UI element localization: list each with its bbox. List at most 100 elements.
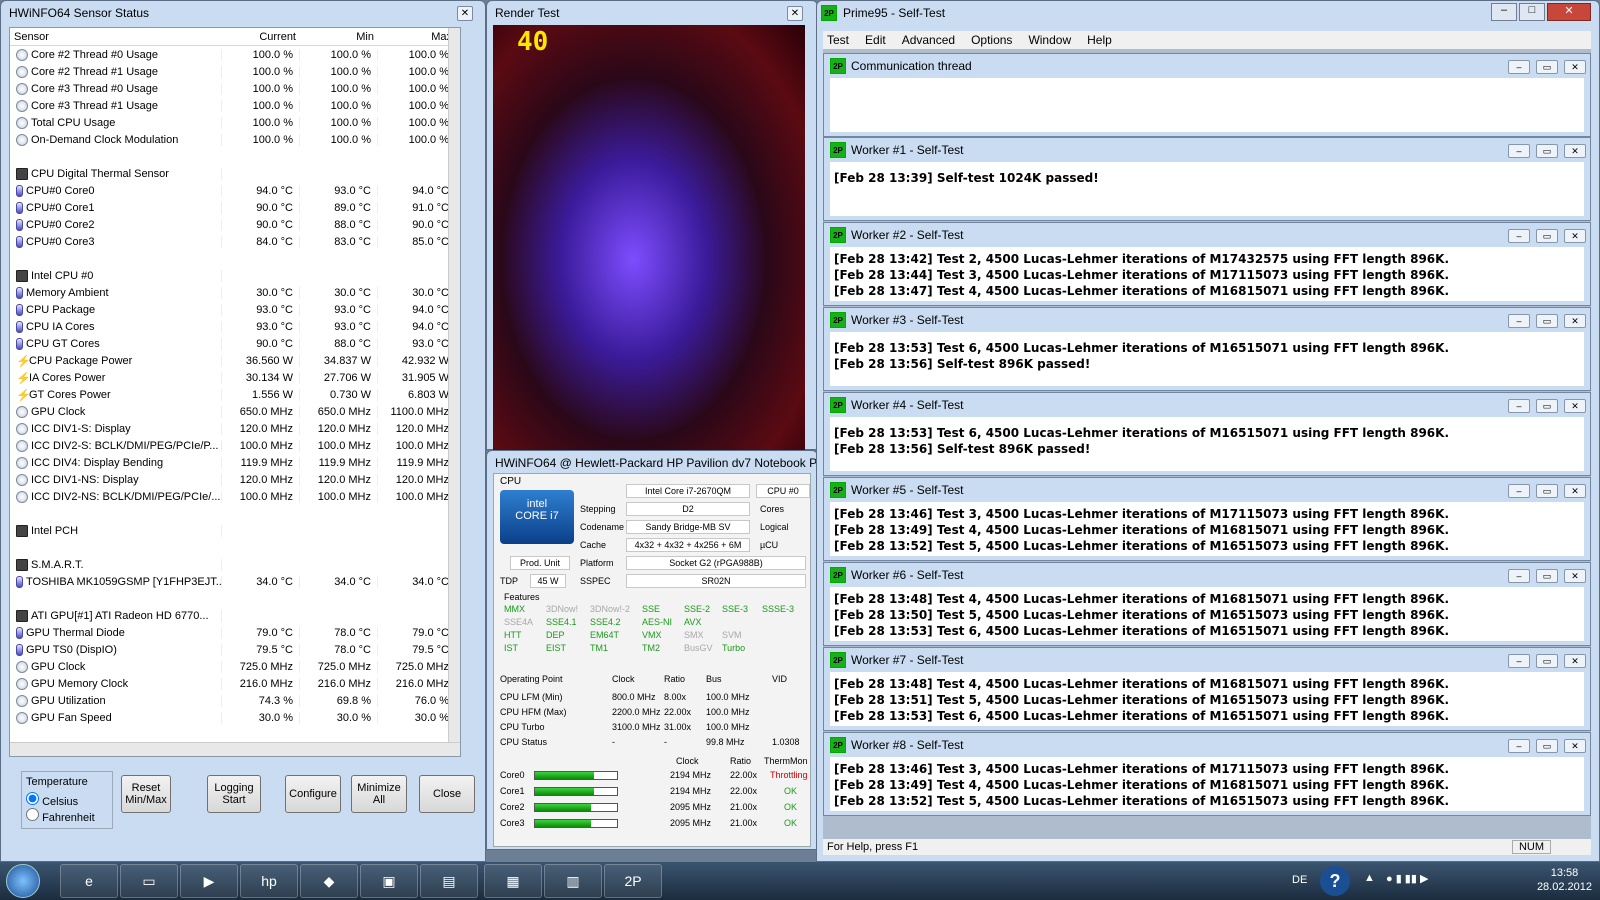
close-icon[interactable]: ✕ xyxy=(787,6,803,21)
sensor-row[interactable]: CPU GT Cores 90.0 °C 88.0 °C 93.0 °C xyxy=(10,335,460,352)
restore-icon[interactable]: ▭ xyxy=(1536,399,1558,413)
close-icon[interactable]: ✕ xyxy=(1564,484,1586,498)
worker-log[interactable]: [Feb 28 13:53] Test 6, 4500 Lucas-Lehmer… xyxy=(830,332,1584,386)
restore-icon[interactable]: ▭ xyxy=(1536,60,1558,74)
sensor-row[interactable]: ICC DIV2-NS: BCLK/DMI/PEG/PCIe/... 100.0 … xyxy=(10,488,460,505)
logging-start-button[interactable]: Logging Start xyxy=(207,775,261,813)
sensor-row[interactable] xyxy=(10,250,460,267)
sensor-row[interactable]: ATI GPU[#1] ATI Radeon HD 6770... xyxy=(10,607,460,624)
close-icon[interactable]: ✕ xyxy=(1564,739,1586,753)
sensor-row[interactable]: ICC DIV1-S: Display 120.0 MHz 120.0 MHz 120… xyxy=(10,420,460,437)
sensor-row[interactable]: CPU#0 Core3 84.0 °C 83.0 °C 85.0 °C xyxy=(10,233,460,250)
sensor-row[interactable]: Memory Ambient 30.0 °C 30.0 °C 30.0 °C xyxy=(10,284,460,301)
minimize-icon[interactable]: – xyxy=(1508,229,1530,243)
sensor-row[interactable]: CPU#0 Core0 94.0 °C 93.0 °C 94.0 °C xyxy=(10,182,460,199)
sensor-row[interactable]: TOSHIBA MK1059GSMP [Y1FHP3EJT... 34.0 °C 3… xyxy=(10,573,460,590)
worker-log[interactable]: [Feb 28 13:53] Test 6, 4500 Lucas-Lehmer… xyxy=(830,417,1584,471)
col-min[interactable]: Min xyxy=(300,31,378,43)
start-button[interactable] xyxy=(6,864,40,898)
sensor-row[interactable]: CPU#0 Core1 90.0 °C 89.0 °C 91.0 °C xyxy=(10,199,460,216)
sensor-row[interactable]: GPU Memory Clock 216.0 MHz 216.0 MHz 216.0 … xyxy=(10,675,460,692)
close-icon[interactable]: ✕ xyxy=(1564,569,1586,583)
worker-window[interactable]: 2P Worker #7 - Self-Test – ▭ ✕ [Feb 28 13:48]… xyxy=(823,647,1591,731)
close-icon[interactable]: ✕ xyxy=(1547,3,1591,21)
worker-window[interactable]: 2P Communication thread – ▭ ✕ xyxy=(823,53,1591,137)
sensor-row[interactable]: S.M.A.R.T. xyxy=(10,556,460,573)
minimize-icon[interactable]: – xyxy=(1508,144,1530,158)
minimize-icon[interactable]: – xyxy=(1491,3,1517,21)
worker-log[interactable] xyxy=(830,78,1584,132)
prime95-taskbar-icon[interactable]: 2P xyxy=(604,864,662,898)
reset-minmax-button[interactable]: Reset Min/Max xyxy=(121,775,171,813)
worker-window[interactable]: 2P Worker #4 - Self-Test – ▭ ✕ [Feb 28 13:53]… xyxy=(823,392,1591,476)
close-icon[interactable]: ✕ xyxy=(1564,229,1586,243)
sensor-row[interactable]: Core #3 Thread #0 Usage 100.0 % 100.0 % 100… xyxy=(10,80,460,97)
menu-help[interactable]: Help xyxy=(1087,33,1112,47)
sensor-row[interactable]: CPU#0 Core2 90.0 °C 88.0 °C 90.0 °C xyxy=(10,216,460,233)
sensor-row[interactable]: Core #2 Thread #1 Usage 100.0 % 100.0 % 100… xyxy=(10,63,460,80)
sensor-row[interactable]: ⚡ IA Cores Power 30.134 W 27.706 W 31.905 W xyxy=(10,369,460,386)
benchmark-icon[interactable]: ▥ xyxy=(544,864,602,898)
configure-button[interactable]: Configure xyxy=(285,775,341,813)
worker-window[interactable]: 2P Worker #8 - Self-Test – ▭ ✕ [Feb 28 13:46]… xyxy=(823,732,1591,816)
restore-icon[interactable]: ▭ xyxy=(1536,144,1558,158)
close-icon[interactable]: ✕ xyxy=(1564,144,1586,158)
close-button[interactable]: Close xyxy=(419,775,475,813)
monitor-icon[interactable]: ▣ xyxy=(360,864,418,898)
sensor-row[interactable]: Core #2 Thread #0 Usage 100.0 % 100.0 % 100… xyxy=(10,46,460,63)
maximize-icon[interactable]: □ xyxy=(1519,3,1545,21)
restore-icon[interactable]: ▭ xyxy=(1536,654,1558,668)
sensor-row[interactable]: CPU Package 93.0 °C 93.0 °C 94.0 °C xyxy=(10,301,460,318)
worker-window[interactable]: 2P Worker #5 - Self-Test – ▭ ✕ [Feb 28 13:46]… xyxy=(823,477,1591,561)
close-icon[interactable]: ✕ xyxy=(1564,60,1586,74)
worker-log[interactable]: [Feb 28 13:42] Test 2, 4500 Lucas-Lehmer… xyxy=(830,247,1584,301)
minimize-icon[interactable]: – xyxy=(1508,314,1530,328)
explorer-icon[interactable]: ▭ xyxy=(120,864,178,898)
worker-window[interactable]: 2P Worker #1 - Self-Test – ▭ ✕ [Feb 28 13:39]… xyxy=(823,137,1591,221)
minimize-icon[interactable]: – xyxy=(1508,60,1530,74)
restore-icon[interactable]: ▭ xyxy=(1536,569,1558,583)
sensor-row[interactable]: GPU Fan Speed 30.0 % 30.0 % 30.0 % xyxy=(10,709,460,726)
minimize-icon[interactable]: – xyxy=(1508,569,1530,583)
sensor-row[interactable]: GPU Clock 650.0 MHz 650.0 MHz 1100.0 MHz xyxy=(10,403,460,420)
hp-icon[interactable]: hp xyxy=(240,864,298,898)
sensor-row[interactable]: CPU IA Cores 93.0 °C 93.0 °C 94.0 °C xyxy=(10,318,460,335)
tray-icons[interactable]: ● ▮ ▮▮ ▶ xyxy=(1386,872,1428,885)
worker-log[interactable]: [Feb 28 13:46] Test 3, 4500 Lucas-Lehmer… xyxy=(830,502,1584,556)
restore-icon[interactable]: ▭ xyxy=(1536,484,1558,498)
worker-window[interactable]: 2P Worker #3 - Self-Test – ▭ ✕ [Feb 28 13:53]… xyxy=(823,307,1591,391)
sensor-row[interactable]: Intel PCH xyxy=(10,522,460,539)
menu-window[interactable]: Window xyxy=(1028,33,1071,47)
close-icon[interactable]: ✕ xyxy=(1564,314,1586,328)
sensor-row[interactable]: CPU Digital Thermal Sensor xyxy=(10,165,460,182)
ie-icon[interactable]: e xyxy=(60,864,118,898)
menu-options[interactable]: Options xyxy=(971,33,1012,47)
celsius-radio[interactable] xyxy=(26,792,39,805)
sensor-row[interactable]: ICC DIV4: Display Bending 119.9 MHz 119.9 … xyxy=(10,454,460,471)
menu-test[interactable]: Test xyxy=(827,33,849,47)
col-current[interactable]: Current xyxy=(222,31,300,43)
sensor-row[interactable]: Core #3 Thread #1 Usage 100.0 % 100.0 % 100… xyxy=(10,97,460,114)
minimize-icon[interactable]: – xyxy=(1508,484,1530,498)
worker-log[interactable]: [Feb 28 13:39] Self-test 1024K passed! xyxy=(830,162,1584,216)
cpu-chip-icon[interactable]: ▦ xyxy=(484,864,542,898)
sensor-row[interactable]: GPU Thermal Diode 79.0 °C 78.0 °C 79.0 °C xyxy=(10,624,460,641)
sensor-row[interactable]: GPU Clock 725.0 MHz 725.0 MHz 725.0 MHz xyxy=(10,658,460,675)
sensor-row[interactable] xyxy=(10,148,460,165)
minimize-all-button[interactable]: Minimize All xyxy=(351,775,407,813)
sensor-row[interactable]: GPU Utilization 74.3 % 69.8 % 76.0 % xyxy=(10,692,460,709)
close-icon[interactable]: ✕ xyxy=(1564,399,1586,413)
sensor-row[interactable]: ⚡ GT Cores Power 1.556 W 0.730 W 6.803 W xyxy=(10,386,460,403)
worker-log[interactable]: [Feb 28 13:46] Test 3, 4500 Lucas-Lehmer… xyxy=(830,757,1584,811)
vertical-scrollbar[interactable] xyxy=(448,28,460,756)
worker-window[interactable]: 2P Worker #2 - Self-Test – ▭ ✕ [Feb 28 13:42]… xyxy=(823,222,1591,306)
hwinfo-icon[interactable]: ▤ xyxy=(420,864,478,898)
cpu-slot[interactable]: CPU #0 xyxy=(756,484,810,498)
sensor-row[interactable]: Intel CPU #0 xyxy=(10,267,460,284)
col-max[interactable]: Max xyxy=(378,31,456,43)
app-icon[interactable]: ◆ xyxy=(300,864,358,898)
sensor-row[interactable]: Total CPU Usage 100.0 % 100.0 % 100.0 % xyxy=(10,114,460,131)
sensor-row[interactable] xyxy=(10,539,460,556)
worker-log[interactable]: [Feb 28 13:48] Test 4, 4500 Lucas-Lehmer… xyxy=(830,587,1584,641)
minimize-icon[interactable]: – xyxy=(1508,399,1530,413)
